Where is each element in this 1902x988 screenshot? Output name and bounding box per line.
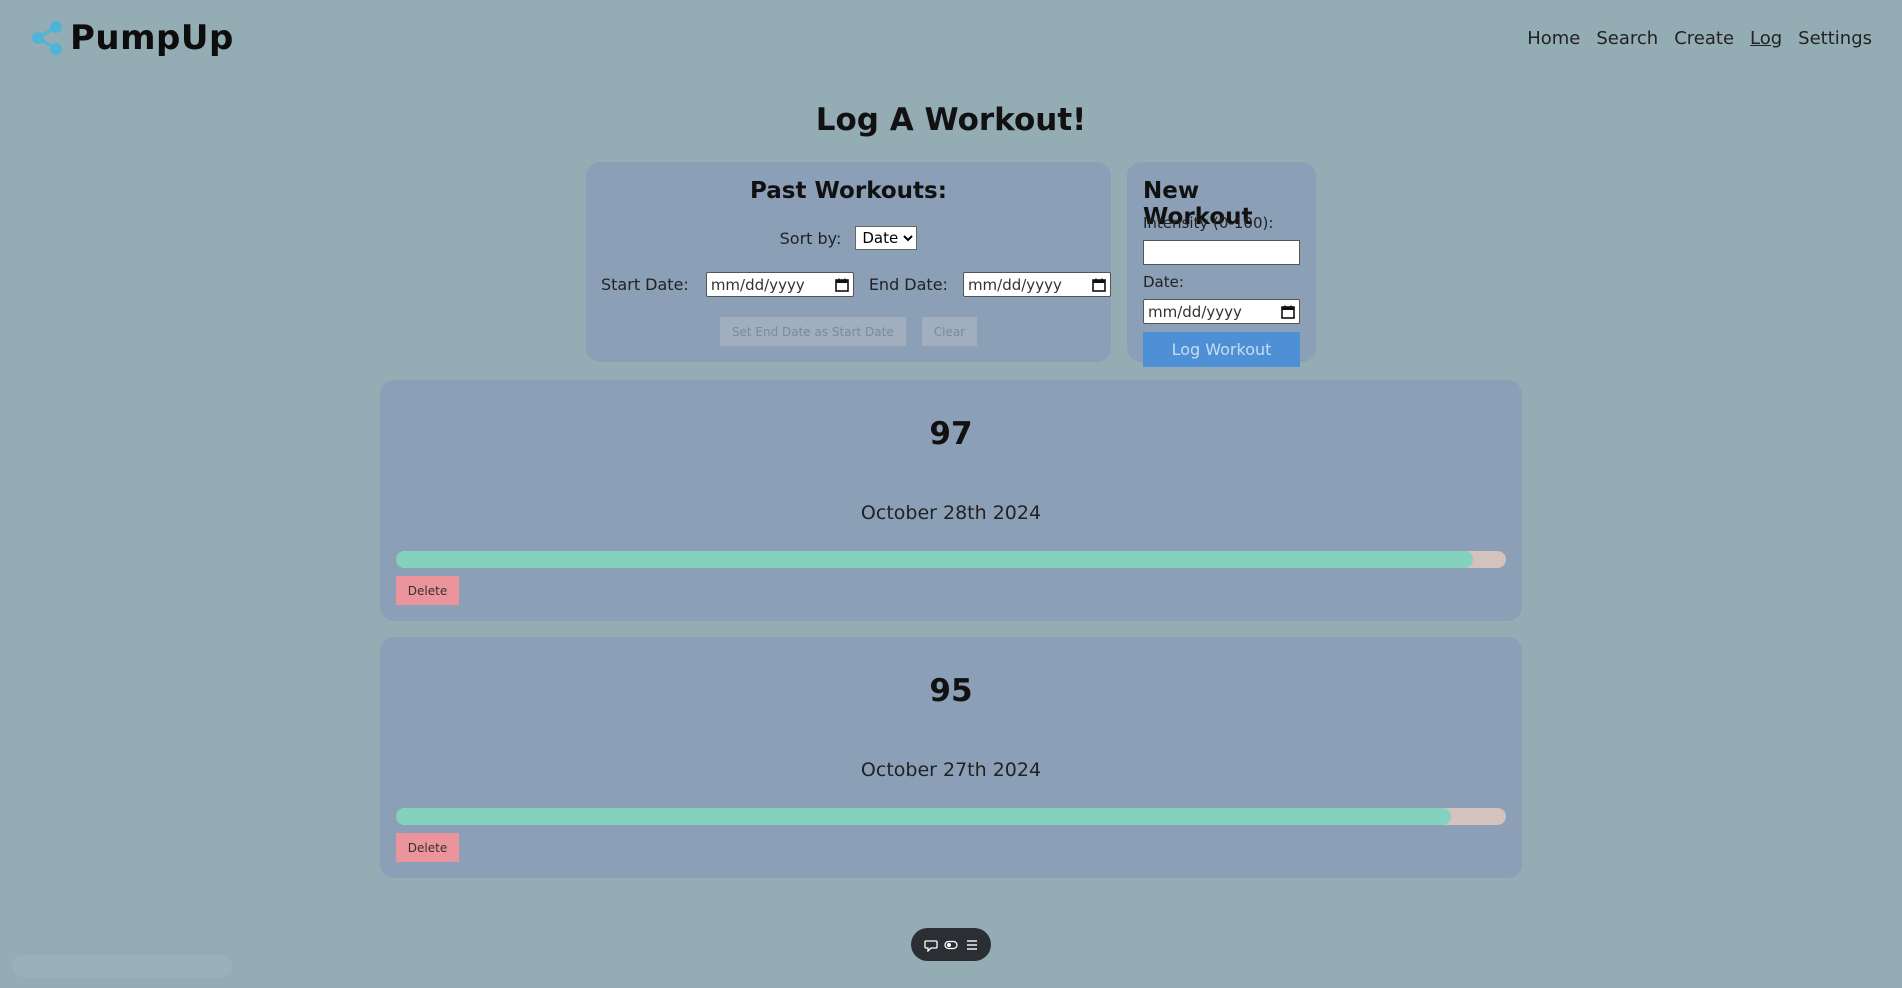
brand-name: PumpUp [70,18,234,58]
intensity-progress-fill [396,551,1473,568]
header: PumpUp Home Search Create Log Settings [0,0,1902,80]
start-date-input[interactable]: mm/dd/yyyy [705,272,854,297]
past-workouts-title: Past Workouts: [750,178,947,204]
top-nav: Home Search Create Log Settings [1527,28,1872,49]
new-workout-date-input[interactable]: mm/dd/yyyy [1143,299,1300,324]
end-date-placeholder: mm/dd/yyyy [967,275,1062,294]
new-workout-panel: New Workout Intensity (0-100): Date: mm/… [1127,162,1316,367]
log-workout-button[interactable]: Log Workout [1143,332,1300,367]
intensity-progress-fill [396,808,1451,825]
delete-button[interactable]: Delete [396,833,459,862]
intensity-progress-bar [396,808,1506,825]
workout-card: 95 October 27th 2024 Delete [380,637,1522,878]
workout-card: 97 October 28th 2024 Delete [380,380,1522,621]
nav-home[interactable]: Home [1527,28,1580,49]
intensity-label: Intensity (0-100): [1143,214,1274,232]
brand-logo[interactable]: PumpUp [28,18,234,58]
date-label: Date: [1143,273,1184,291]
set-end-as-start-button[interactable]: Set End Date as Start Date [719,317,906,346]
sort-row: Sort by: Date [586,226,1111,250]
floating-toolbar [911,928,991,961]
calendar-icon[interactable] [835,278,849,292]
end-date-label: End Date: [868,275,948,294]
share-network-icon [32,21,62,55]
delete-button[interactable]: Delete [396,576,459,605]
comment-icon[interactable] [923,938,938,952]
filter-buttons-row: Set End Date as Start Date Clear [586,317,1111,346]
new-workout-date-placeholder: mm/dd/yyyy [1148,302,1242,321]
nav-settings[interactable]: Settings [1798,28,1872,49]
end-date-input[interactable]: mm/dd/yyyy [962,272,1111,297]
workout-intensity: 97 [929,416,973,452]
status-bar [12,955,232,977]
clear-button[interactable]: Clear [921,317,978,346]
workout-intensity: 95 [929,673,973,709]
nav-search[interactable]: Search [1596,28,1658,49]
past-workouts-panel: Past Workouts: Sort by: Date Start Date:… [586,162,1111,362]
toggle-icon[interactable] [944,938,958,952]
calendar-icon[interactable] [1092,278,1106,292]
workout-date: October 28th 2024 [860,502,1042,524]
date-range-row: Start Date: mm/dd/yyyy End Date: mm/dd/y… [601,272,1111,297]
menu-icon[interactable] [965,938,979,952]
sort-select[interactable]: Date [855,226,918,250]
calendar-icon[interactable] [1281,305,1295,319]
intensity-input[interactable] [1143,240,1300,265]
intensity-progress-bar [396,551,1506,568]
start-date-label: Start Date: [601,275,689,294]
page-title: Log A Workout! [815,102,1087,138]
workout-date: October 27th 2024 [860,759,1042,781]
sort-label: Sort by: [779,228,842,248]
nav-create[interactable]: Create [1674,28,1734,49]
nav-log[interactable]: Log [1750,28,1782,49]
start-date-placeholder: mm/dd/yyyy [710,275,805,294]
